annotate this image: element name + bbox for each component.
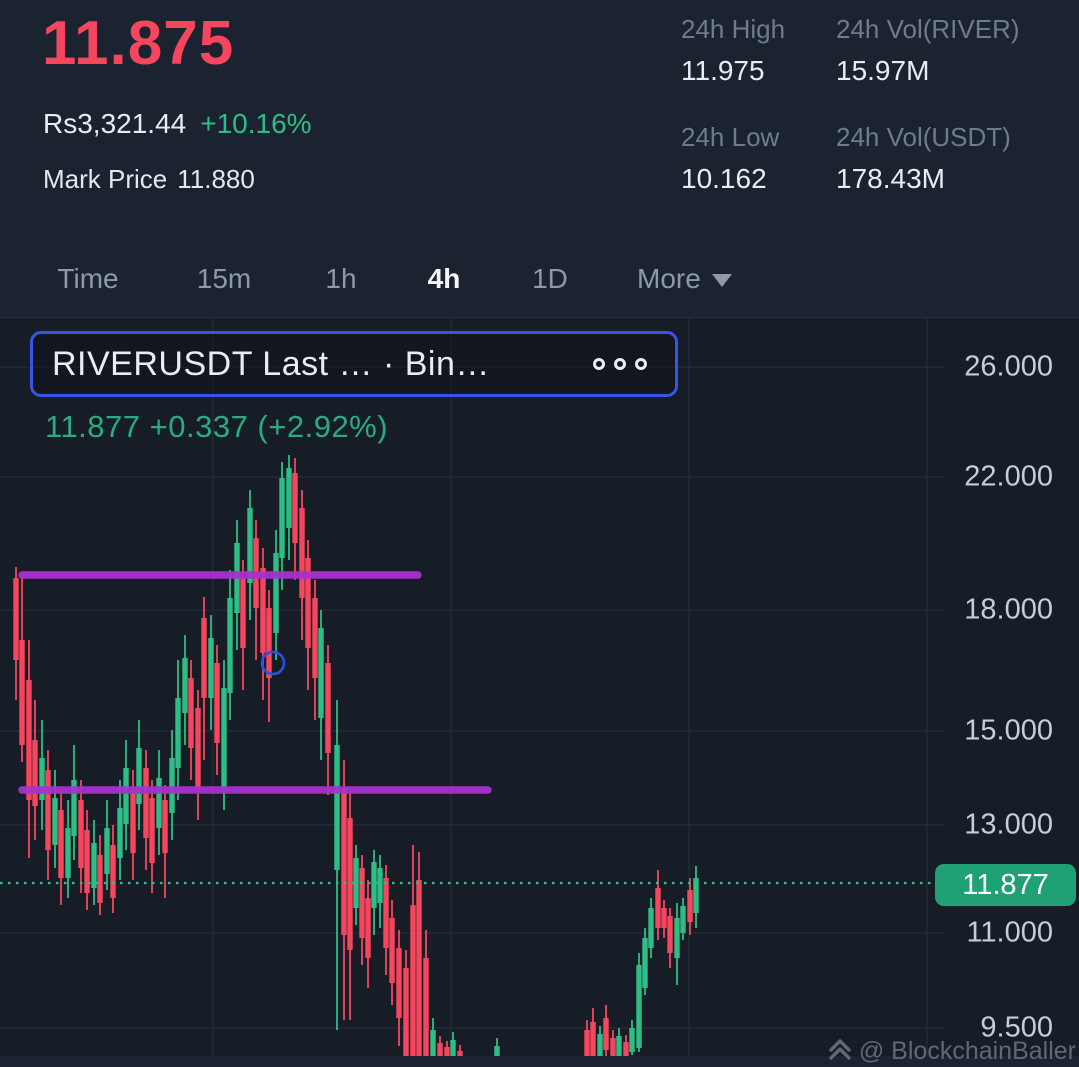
axis-label: 26.000 [964, 350, 1053, 383]
tab-time[interactable]: Time [57, 250, 118, 307]
interval-tabbar: Time 15m 1h 4h 1D More [0, 250, 1079, 546]
axis-label: 22.000 [964, 460, 1053, 493]
mark-price-value: 11.880 [177, 164, 255, 194]
stat-value: 178.43M [836, 163, 945, 194]
axis-label: 11.000 [966, 916, 1053, 949]
tab-4h-active[interactable]: 4h [428, 250, 461, 307]
tab-15m[interactable]: 15m [197, 250, 251, 307]
last-price-badge: 11.877 [935, 864, 1076, 906]
watermark: @ BlockchainBaller [828, 1037, 1076, 1067]
axis-label: 15.000 [964, 714, 1053, 747]
watermark-text: @ BlockchainBaller [858, 1037, 1076, 1065]
axis-label: 13.000 [964, 808, 1053, 841]
stat-label: 24h Vol(RIVER) [836, 14, 1020, 44]
chevron-down-icon [711, 273, 732, 287]
change-percent: +10.16% [200, 108, 312, 139]
more-label: More [637, 262, 701, 294]
legend-price-change: 11.877 +0.337 (+2.92%) [45, 409, 389, 444]
stat-24h-vol-usdt: 24h Vol(USDT) 178.43M [836, 122, 1066, 195]
tab-1h[interactable]: 1h [325, 250, 356, 307]
stat-label: 24h Vol(USDT) [836, 122, 1011, 152]
stat-value: 15.97M [836, 55, 930, 86]
mark-price-label: Mark Price [43, 164, 168, 194]
mark-price-row: Mark Price 11.880 [43, 164, 255, 195]
legend-symbol-title: RIVERUSDT Last … · Bin… [52, 344, 490, 383]
chart-region: RIVERUSDT Last … · Bin… 11.877 +0.337 (+… [0, 318, 1079, 1056]
trading-app-screen: { "header": { "last_price": "11.875", "f… [0, 0, 1079, 1065]
axis-label: 18.000 [964, 593, 1053, 626]
more-options-icon[interactable] [593, 358, 647, 370]
watermark-logo-icon [829, 1039, 851, 1060]
last-price: 11.875 [42, 9, 235, 78]
fiat-price-row: Rs3,321.44 +10.16% [43, 108, 312, 140]
chart-legend-box[interactable]: RIVERUSDT Last … · Bin… [30, 331, 678, 397]
fiat-price: Rs3,321.44 [43, 108, 187, 139]
stat-24h-vol-river: 24h Vol(RIVER) 15.97M [836, 14, 1066, 87]
more-dropdown[interactable]: More [637, 250, 732, 307]
tab-1d[interactable]: 1D [532, 250, 568, 307]
